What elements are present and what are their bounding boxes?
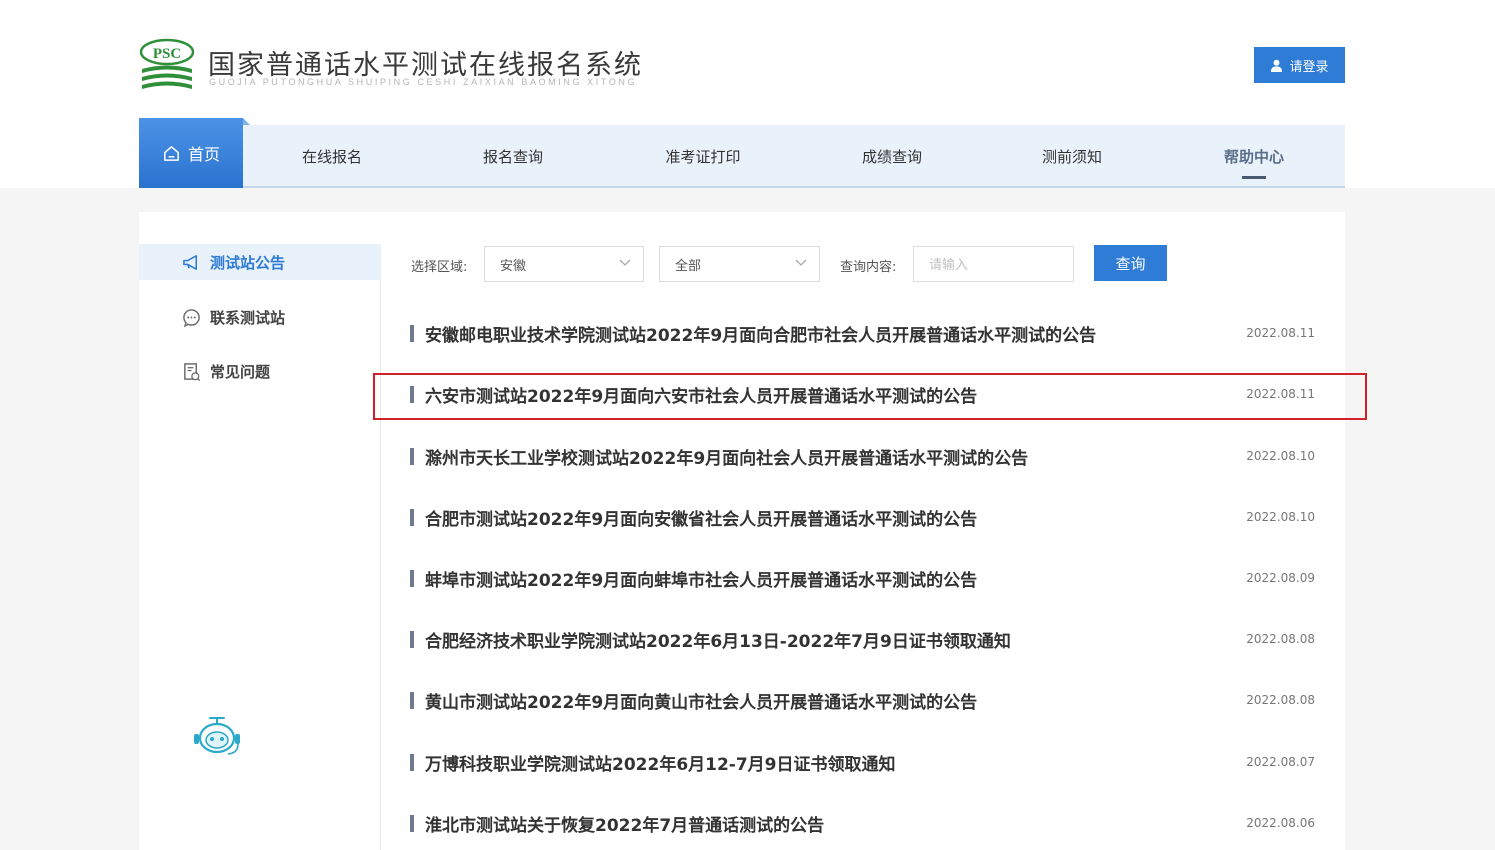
notice-date: 2022.08.11 <box>1246 326 1315 340</box>
list-bullet-bar <box>410 324 414 342</box>
nav-label: 成绩查询 <box>861 148 922 166</box>
notice-date: 2022.08.10 <box>1246 510 1315 524</box>
list-bullet-bar <box>410 508 414 526</box>
nav-item-pre-test-notice[interactable]: 测前须知 <box>1022 125 1122 188</box>
region-label: 选择区域: <box>411 260 468 275</box>
search-button[interactable]: 查询 <box>1094 245 1167 281</box>
login-label: 请登录 <box>1289 59 1329 75</box>
nav-label: 在线报名 <box>301 148 362 166</box>
notice-list-item[interactable]: 黄山市测试站2022年9月面向黄山市社会人员开展普通话水平测试的公告 2022.… <box>410 685 1315 715</box>
document-question-icon <box>184 362 201 381</box>
sidebar-item-test-station-notices[interactable]: 测试站公告 <box>139 244 381 280</box>
home-icon <box>164 145 179 161</box>
notice-list-item[interactable]: 万博科技职业学院测试站2022年6月12-7月9日证书领取通知 2022.08.… <box>410 747 1315 777</box>
megaphone-icon <box>183 254 198 270</box>
nav-item-score-query[interactable]: 成绩查询 <box>842 125 942 188</box>
nav-label: 帮助中心 <box>1223 148 1284 166</box>
nav-item-admission-ticket-print[interactable]: 准考证打印 <box>648 125 758 188</box>
notice-title[interactable]: 万博科技职业学院测试站2022年6月12-7月9日证书领取通知 <box>425 750 1245 775</box>
notice-date: 2022.08.11 <box>1246 387 1315 401</box>
nav-label: 准考证打印 <box>665 148 741 166</box>
notice-date: 2022.08.08 <box>1246 693 1315 707</box>
list-bullet-bar <box>410 814 414 832</box>
sidebar-item-faq[interactable]: 常见问题 <box>139 353 381 389</box>
login-button[interactable]: 请登录 <box>1254 47 1345 83</box>
list-bullet-bar <box>410 630 414 648</box>
user-icon <box>1271 59 1283 72</box>
notice-title[interactable]: 滁州市天长工业学校测试站2022年9月面向社会人员开展普通话水平测试的公告 <box>425 444 1245 469</box>
list-bullet-bar <box>410 753 414 771</box>
notice-date: 2022.08.07 <box>1246 755 1315 769</box>
nav-home-label: 首页 <box>187 145 220 164</box>
sidebar-item-label: 常见问题 <box>210 362 271 381</box>
notice-list-item[interactable]: 合肥市测试站2022年9月面向安徽省社会人员开展普通话水平测试的公告 2022.… <box>410 502 1315 532</box>
notice-list-item[interactable]: 六安市测试站2022年9月面向六安市社会人员开展普通话水平测试的公告 2022.… <box>410 379 1315 409</box>
notice-date: 2022.08.08 <box>1246 632 1315 646</box>
list-bullet-bar <box>410 385 414 403</box>
notice-title[interactable]: 淮北市测试站关于恢复2022年7月普通话测试的公告 <box>425 811 1245 836</box>
notice-list-item[interactable]: 安徽邮电职业技术学院测试站2022年9月面向合肥市社会人员开展普通话水平测试的公… <box>410 318 1315 348</box>
list-bullet-bar <box>410 447 414 465</box>
nav-item-home[interactable]: 首页 <box>139 118 250 188</box>
logo-text: PSC <box>153 46 181 62</box>
category-value: 全部 <box>675 258 702 274</box>
region-select[interactable]: 安徽 <box>484 246 644 282</box>
notice-date: 2022.08.09 <box>1246 571 1315 585</box>
notice-title[interactable]: 六安市测试站2022年9月面向六安市社会人员开展普通话水平测试的公告 <box>425 382 1245 407</box>
list-bullet-bar <box>410 569 414 587</box>
nav-item-help-center[interactable]: 帮助中心 <box>1204 125 1304 188</box>
chevron-down-icon <box>619 259 631 266</box>
notice-title[interactable]: 蚌埠市测试站2022年9月面向蚌埠市社会人员开展普通话水平测试的公告 <box>425 566 1245 591</box>
notice-list-item[interactable]: 淮北市测试站关于恢复2022年7月普通话测试的公告 2022.08.06 <box>410 808 1315 838</box>
notice-title[interactable]: 黄山市测试站2022年9月面向黄山市社会人员开展普通话水平测试的公告 <box>425 688 1245 713</box>
sidebar-item-label: 测试站公告 <box>210 253 286 272</box>
notice-list-item[interactable]: 滁州市天长工业学校测试站2022年9月面向社会人员开展普通话水平测试的公告 20… <box>410 441 1315 471</box>
robot-assistant-icon[interactable] <box>190 715 244 759</box>
category-select[interactable]: 全部 <box>659 246 820 282</box>
chevron-down-icon <box>795 259 807 266</box>
nav-label: 报名查询 <box>482 148 543 166</box>
notice-date: 2022.08.10 <box>1246 449 1315 463</box>
chat-bubble-icon <box>183 308 200 327</box>
nav-item-registration-query[interactable]: 报名查询 <box>463 125 563 188</box>
notice-list-item[interactable]: 蚌埠市测试站2022年9月面向蚌埠市社会人员开展普通话水平测试的公告 2022.… <box>410 563 1315 593</box>
psc-logo: PSC <box>139 38 195 89</box>
nav-item-online-registration[interactable]: 在线报名 <box>282 125 382 188</box>
sidebar-item-label: 联系测试站 <box>210 308 286 327</box>
notice-title[interactable]: 合肥市测试站2022年9月面向安徽省社会人员开展普通话水平测试的公告 <box>425 505 1245 530</box>
sidebar-item-contact-test-station[interactable]: 联系测试站 <box>139 299 381 335</box>
active-underline <box>1242 176 1266 179</box>
site-subtitle: GUOJIA PUTONGHUA SHUIPING CESHI ZAIXIAN … <box>209 77 638 87</box>
list-bullet-bar <box>410 691 414 709</box>
notice-list-item[interactable]: 合肥经济技术职业学院测试站2022年6月13日-2022年7月9日证书领取通知 … <box>410 624 1315 654</box>
notice-title[interactable]: 合肥经济技术职业学院测试站2022年6月13日-2022年7月9日证书领取通知 <box>425 627 1245 652</box>
nav-label: 测前须知 <box>1041 148 1102 166</box>
notice-date: 2022.08.06 <box>1246 816 1315 830</box>
region-value: 安徽 <box>500 258 527 274</box>
notice-title[interactable]: 安徽邮电职业技术学院测试站2022年9月面向合肥市社会人员开展普通话水平测试的公… <box>425 321 1245 346</box>
query-label: 查询内容: <box>840 260 897 275</box>
search-input[interactable] <box>913 246 1074 282</box>
